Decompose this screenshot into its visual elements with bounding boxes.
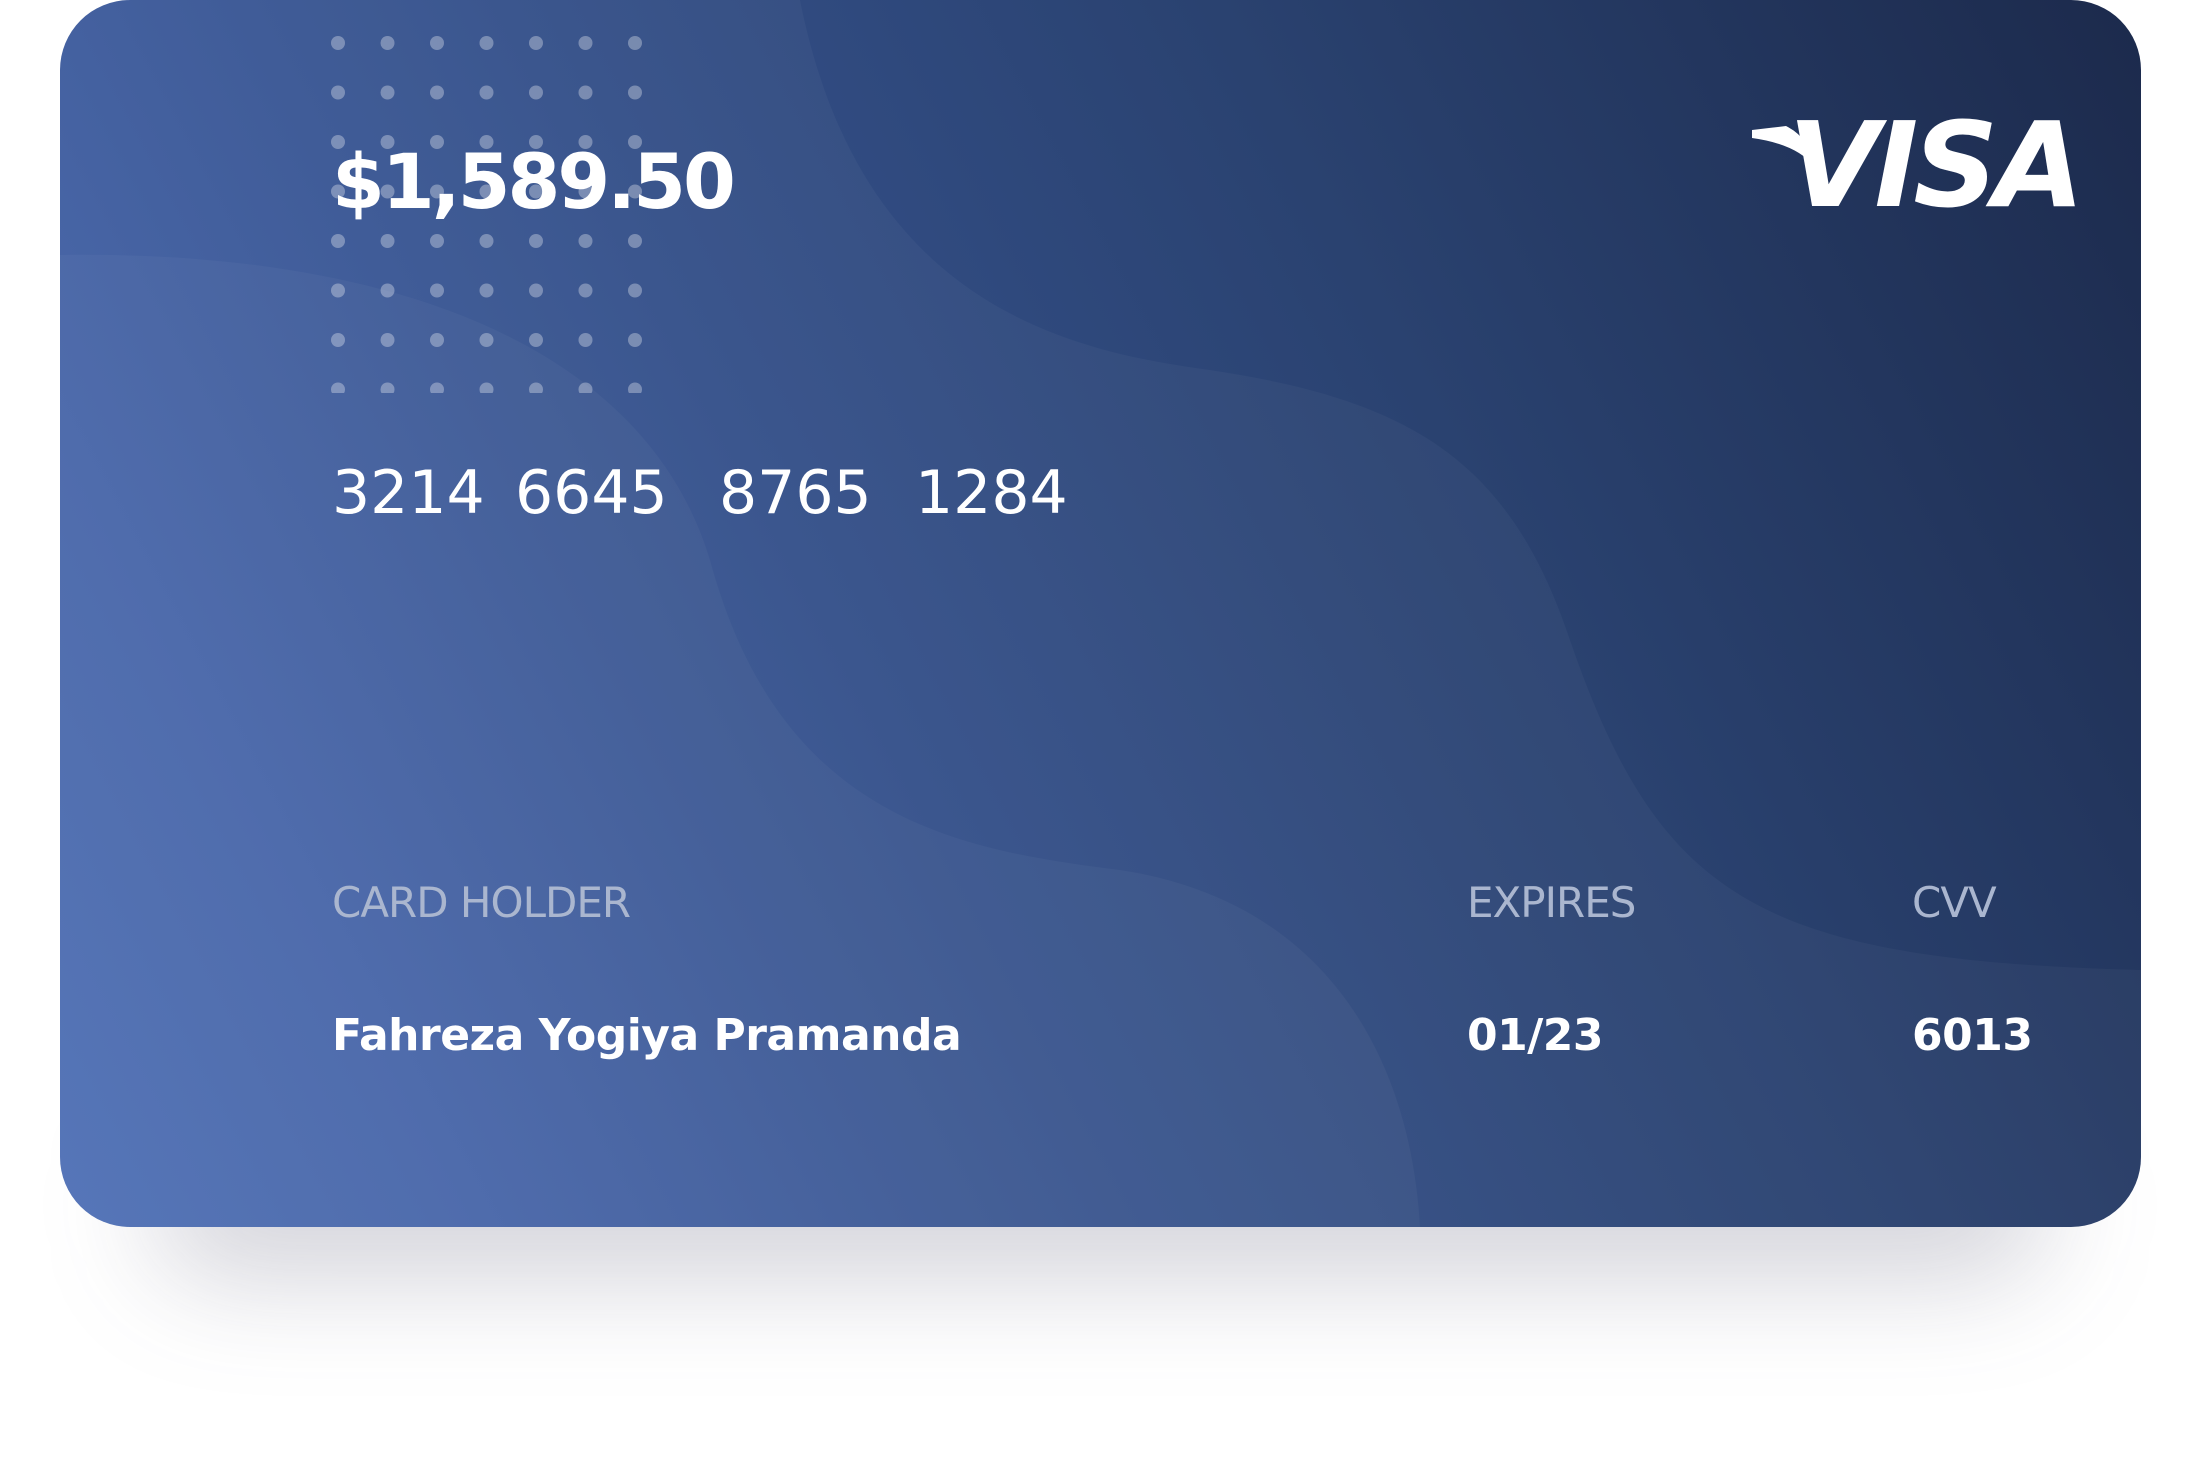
grid-dot: [529, 283, 543, 298]
credit-card[interactable]: $1,589.50 VISA 3214 6645 8765 1284 CARD …: [60, 0, 2141, 1227]
grid-dot: [578, 382, 593, 393]
grid-dot: [628, 283, 642, 298]
expiry-date: 01/23: [1467, 1010, 1604, 1061]
card-number-group: 6645: [515, 458, 668, 528]
grid-dot: [628, 333, 642, 347]
grid-dot: [578, 283, 593, 298]
grid-dot: [430, 382, 444, 393]
grid-dot: [380, 85, 395, 100]
grid-dot: [430, 333, 444, 347]
grid-dot: [628, 382, 642, 393]
grid-dot: [331, 234, 345, 248]
grid-dot: [578, 333, 593, 347]
card-balance: $1,589.50: [332, 137, 736, 226]
grid-dot: [380, 234, 395, 248]
grid-dot: [430, 85, 444, 100]
grid-dot: [529, 36, 543, 50]
grid-dot: [380, 382, 395, 393]
grid-dot: [479, 382, 494, 393]
credit-card-widget: $1,589.50 VISA 3214 6645 8765 1284 CARD …: [0, 0, 2201, 1460]
expires-label: EXPIRES: [1467, 878, 1636, 927]
grid-dot: [380, 283, 395, 298]
card-number-group: 1284: [915, 458, 1068, 528]
grid-dot: [578, 234, 593, 248]
grid-dot: [479, 333, 494, 347]
grid-dot: [331, 283, 345, 298]
grid-dot: [331, 382, 345, 393]
grid-dot: [430, 283, 444, 298]
card-holder-name: Fahreza Yogiya Pramanda: [332, 1010, 962, 1061]
grid-dot: [479, 36, 494, 50]
grid-dot: [628, 36, 642, 50]
card-holder-label: CARD HOLDER: [332, 878, 631, 927]
grid-dot: [380, 333, 395, 347]
visa-logo-icon: VISA: [1752, 106, 2087, 238]
grid-dot: [529, 234, 543, 248]
grid-dot: [331, 85, 345, 100]
grid-dot: [529, 85, 543, 100]
grid-dot: [578, 36, 593, 50]
grid-dot: [529, 333, 543, 347]
grid-dot: [529, 382, 543, 393]
grid-dot: [430, 234, 444, 248]
grid-dot: [331, 333, 345, 347]
cvv-value: 6013: [1912, 1010, 2033, 1061]
grid-dot: [331, 36, 345, 50]
grid-dot: [479, 283, 494, 298]
grid-dot: [479, 234, 494, 248]
grid-dot: [578, 85, 593, 100]
grid-dot: [380, 36, 395, 50]
cvv-label: CVV: [1912, 878, 1997, 927]
card-number: 3214 6645 8765 1284: [332, 458, 1068, 528]
brand-name: VISA: [1788, 96, 2085, 234]
card-number-group: 3214: [332, 458, 485, 528]
card-number-group: 8765: [719, 458, 872, 528]
grid-dot: [479, 85, 494, 100]
grid-dot: [628, 85, 642, 100]
grid-dot: [430, 36, 444, 50]
grid-dot: [628, 234, 642, 248]
